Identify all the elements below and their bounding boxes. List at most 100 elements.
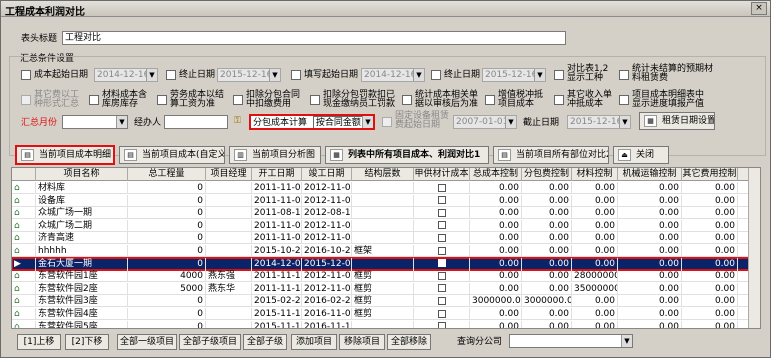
table-cell[interactable]: 2012-11-07: [302, 219, 352, 232]
table-cell[interactable]: 0.00: [682, 320, 738, 328]
analysis-chart-button[interactable]: ▥ 当前项目分析图: [229, 146, 321, 164]
table-cell[interactable]: 28000000.: [572, 270, 618, 283]
table-cell[interactable]: 0.00: [572, 219, 618, 232]
table-cell[interactable]: 0.00: [618, 182, 682, 194]
table-row[interactable]: ⌂ hhhhh 0 2015-10-26 2016-10-25 框架 0.00 0.00 0.0…: [12, 245, 749, 257]
col-header[interactable]: 材料控制: [572, 168, 618, 181]
table-cell[interactable]: 0.00: [682, 194, 738, 207]
table-cell[interactable]: [352, 219, 414, 232]
table-cell[interactable]: 0.00: [522, 270, 572, 283]
table-cell[interactable]: 0.00: [522, 232, 572, 245]
fill-end-date[interactable]: 2015-12-16 ▼: [482, 68, 546, 82]
table-cell[interactable]: 0.00: [682, 245, 738, 257]
table-cell[interactable]: [206, 295, 252, 308]
cutoff-date[interactable]: 2015-12-16 ▼: [567, 115, 631, 129]
table-cell[interactable]: 2015-02-27: [252, 295, 302, 308]
table-cell[interactable]: 0.00: [522, 257, 572, 270]
compare-parts-button[interactable]: ▤ 当前项目所有部位对比2: [493, 146, 609, 164]
cost-end-checkbox[interactable]: [166, 70, 176, 80]
table-cell[interactable]: 5000: [128, 282, 206, 295]
table-cell[interactable]: 0.00: [470, 270, 522, 283]
all-children-button[interactable]: 全部子级: [243, 334, 287, 350]
deduct-fine-checkbox[interactable]: [310, 95, 320, 105]
table-row[interactable]: ⌂ 设备库 0 2011-11-02 2012-11-01 0.00 0.00 0.00 0.0…: [12, 194, 749, 207]
table-cell[interactable]: 0.00: [618, 308, 682, 320]
table-cell[interactable]: 东营软件园5座: [36, 320, 128, 328]
table-cell[interactable]: 0: [128, 295, 206, 308]
move-up-button[interactable]: [1]上移: [17, 334, 61, 350]
col-header[interactable]: 甲供材计成本: [414, 168, 470, 181]
table-row[interactable]: ⌂ 东营软件园3座 0 2015-02-27 2016-02-27 框剪 3000000.0…: [12, 295, 749, 308]
table-cell[interactable]: 2016-11-09: [302, 308, 352, 320]
table-cell[interactable]: [352, 232, 414, 245]
table-cell[interactable]: 0.00: [618, 194, 682, 207]
table-cell[interactable]: 金石大厦一期: [36, 257, 128, 270]
add-project-button[interactable]: 添加项目: [291, 334, 337, 350]
table-cell[interactable]: [352, 194, 414, 207]
table-row[interactable]: ⌂ 济青高速 0 2011-11-07 2012-11-06 0.00 0.00 0.00 0.…: [12, 232, 749, 245]
col-header[interactable]: 其它费用控制: [682, 168, 738, 181]
table-cell[interactable]: 0.00: [470, 245, 522, 257]
table-cell[interactable]: 0.00: [522, 207, 572, 220]
table-cell[interactable]: 0.00: [682, 182, 738, 194]
table-cell[interactable]: 0.00: [470, 257, 522, 270]
unsettled-rent-checkbox[interactable]: [619, 70, 629, 80]
handler-input[interactable]: [164, 115, 228, 129]
table-cell[interactable]: 东营软件园2座: [36, 282, 128, 295]
table-cell[interactable]: 0.00: [572, 207, 618, 220]
table-cell[interactable]: 0: [128, 219, 206, 232]
supply-checkbox-cell[interactable]: [414, 282, 470, 295]
chevron-down-icon[interactable]: ▼: [146, 69, 157, 81]
close-icon[interactable]: ×: [751, 2, 767, 15]
table-cell[interactable]: 0.00: [522, 282, 572, 295]
table-cell[interactable]: 0.00: [572, 308, 618, 320]
supply-checkbox[interactable]: [437, 309, 446, 318]
table-cell[interactable]: 2015-10-26: [252, 245, 302, 257]
table-cell[interactable]: 2016-02-27: [302, 295, 352, 308]
table-row[interactable]: ⌂ 东营软件园5座 0 2015-11-17 2016-11-17 0.00 0.00 0.0…: [12, 320, 749, 328]
col-header[interactable]: 机械运输控制: [618, 168, 682, 181]
table-cell[interactable]: 东营软件园3座: [36, 295, 128, 308]
vertical-scrollbar[interactable]: [748, 168, 760, 328]
table-cell[interactable]: 0.00: [682, 257, 738, 270]
move-down-button[interactable]: [2]下移: [65, 334, 109, 350]
table-cell[interactable]: 燕东华: [206, 282, 252, 295]
table-cell[interactable]: 2012-11-09: [302, 282, 352, 295]
table-cell[interactable]: [206, 219, 252, 232]
table-cell[interactable]: 0.00: [470, 308, 522, 320]
table-cell[interactable]: 0.00: [522, 194, 572, 207]
table-cell[interactable]: [206, 320, 252, 328]
table-cell[interactable]: 0: [128, 194, 206, 207]
table-cell[interactable]: 0.00: [682, 308, 738, 320]
table-cell[interactable]: 0.00: [572, 295, 618, 308]
table-cell[interactable]: 2011-11-10: [252, 270, 302, 283]
table-cell[interactable]: [206, 308, 252, 320]
supply-checkbox-cell[interactable]: [414, 320, 470, 328]
supply-checkbox[interactable]: [437, 284, 446, 293]
table-cell[interactable]: 0.00: [522, 308, 572, 320]
table-cell[interactable]: 0.00: [470, 207, 522, 220]
table-cell[interactable]: 35000000.: [572, 282, 618, 295]
table-row[interactable]: ⌂ 东营软件园1座 4000 燕东强 2011-11-10 2012-11-09 框剪 0.0…: [12, 270, 749, 283]
table-cell[interactable]: 0.00: [618, 219, 682, 232]
table-cell[interactable]: [352, 257, 414, 270]
chevron-down-icon[interactable]: ▼: [413, 69, 424, 81]
other-fee-checkbox[interactable]: [21, 95, 31, 105]
close-button[interactable]: ⏏ 关闭: [613, 146, 669, 164]
table-cell[interactable]: 框剪: [352, 270, 414, 283]
table-cell[interactable]: 0.00: [572, 245, 618, 257]
table-cell[interactable]: 2011-11-02: [252, 182, 302, 194]
table-cell[interactable]: 0.00: [618, 295, 682, 308]
supply-checkbox[interactable]: [437, 221, 446, 230]
supply-checkbox-cell[interactable]: [414, 308, 470, 320]
fill-start-checkbox[interactable]: [291, 70, 301, 80]
remove-project-button[interactable]: 移除项目: [339, 334, 385, 350]
vat-checkbox[interactable]: [485, 95, 495, 105]
table-cell[interactable]: 0.00: [470, 320, 522, 328]
summary-month-select[interactable]: ▼: [62, 115, 128, 129]
table-cell[interactable]: 0.00: [682, 207, 738, 220]
table-cell[interactable]: 0.00: [618, 320, 682, 328]
cost-end-date[interactable]: 2015-12-16 ▼: [217, 68, 281, 82]
table-cell[interactable]: 0.00: [522, 245, 572, 257]
table-cell[interactable]: 2012-11-09: [302, 270, 352, 283]
